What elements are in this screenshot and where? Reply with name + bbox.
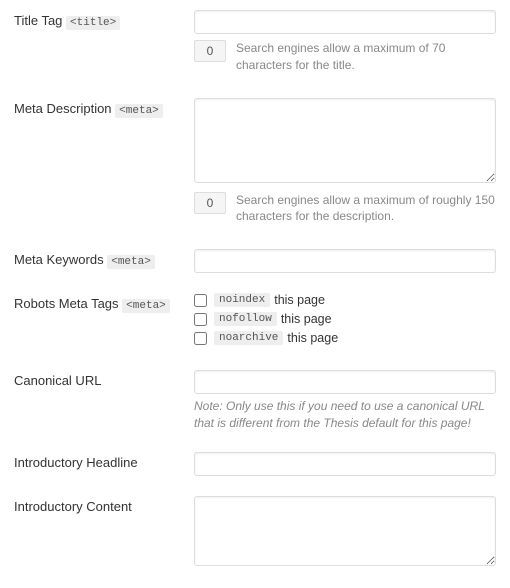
robots-noindex-checkbox[interactable]	[194, 294, 207, 307]
robots-nofollow-checkbox[interactable]	[194, 313, 207, 326]
intro-content-label: Introductory Content	[14, 496, 194, 516]
meta-description-label: Meta Description <meta>	[14, 98, 194, 119]
robots-meta-code: <meta>	[122, 299, 170, 313]
canonical-url-note: Note: Only use this if you need to use a…	[194, 398, 496, 432]
title-tag-code: <title>	[66, 16, 120, 30]
meta-keywords-label-text: Meta Keywords	[14, 252, 104, 267]
meta-keywords-input[interactable]	[194, 249, 496, 273]
robots-meta-label-text: Robots Meta Tags	[14, 296, 119, 311]
robots-noindex-row[interactable]: noindex this page	[194, 293, 496, 307]
meta-keywords-label: Meta Keywords <meta>	[14, 249, 194, 270]
title-hint: Search engines allow a maximum of 70 cha…	[236, 40, 496, 74]
robots-meta-label: Robots Meta Tags <meta>	[14, 293, 194, 314]
intro-headline-input[interactable]	[194, 452, 496, 476]
robots-nofollow-row[interactable]: nofollow this page	[194, 312, 496, 326]
canonical-url-label: Canonical URL	[14, 370, 194, 390]
intro-content-label-text: Introductory Content	[14, 499, 132, 514]
robots-noarchive-suffix: this page	[287, 331, 338, 345]
meta-keywords-code: <meta>	[107, 255, 155, 269]
robots-nofollow-suffix: this page	[281, 312, 332, 326]
robots-noarchive-code: noarchive	[214, 331, 283, 345]
canonical-url-input[interactable]	[194, 370, 496, 394]
title-tag-label-text: Title Tag	[14, 13, 62, 28]
intro-content-textarea[interactable]	[194, 496, 496, 566]
robots-nofollow-code: nofollow	[214, 312, 277, 326]
robots-noindex-code: noindex	[214, 293, 270, 307]
meta-description-code: <meta>	[115, 104, 163, 118]
canonical-url-label-text: Canonical URL	[14, 373, 101, 388]
meta-description-hint: Search engines allow a maximum of roughl…	[236, 192, 496, 226]
intro-headline-label: Introductory Headline	[14, 452, 194, 472]
robots-noarchive-checkbox[interactable]	[194, 332, 207, 345]
title-tag-input[interactable]	[194, 10, 496, 34]
title-char-count: 0	[194, 40, 226, 62]
meta-description-char-count: 0	[194, 192, 226, 214]
meta-description-label-text: Meta Description	[14, 101, 112, 116]
title-tag-label: Title Tag <title>	[14, 10, 194, 31]
robots-noarchive-row[interactable]: noarchive this page	[194, 331, 496, 345]
meta-description-textarea[interactable]	[194, 98, 496, 183]
intro-headline-label-text: Introductory Headline	[14, 455, 138, 470]
robots-noindex-suffix: this page	[274, 293, 325, 307]
